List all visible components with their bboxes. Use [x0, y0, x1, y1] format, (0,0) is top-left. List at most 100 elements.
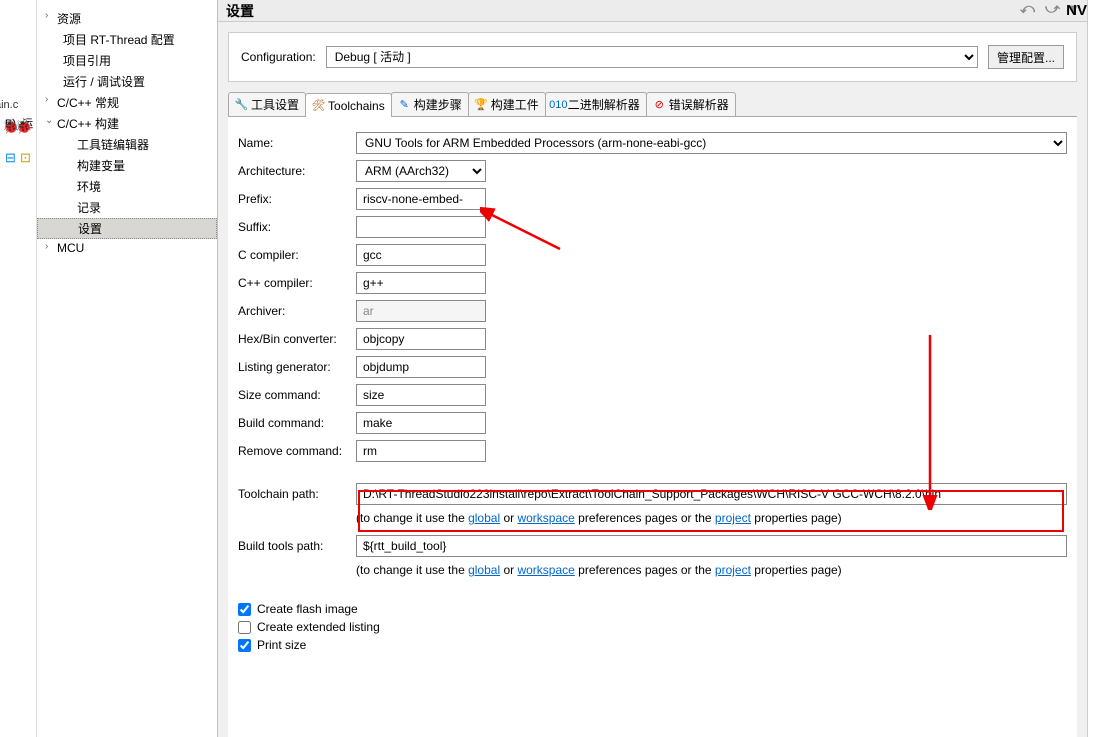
create-flash-checkbox-row: Create flash image — [238, 602, 1067, 616]
tab[interactable]: 🛠Toolchains — [305, 93, 392, 117]
tree-item[interactable]: › 资源 — [37, 8, 217, 29]
tab-icon: 🏆 — [475, 98, 488, 111]
tree-item[interactable]: ⌄C/C++ 构建 — [37, 113, 217, 134]
tab-label: 构建步骤 — [414, 96, 462, 113]
tree-item-label: 构建变量 — [77, 159, 125, 173]
tab[interactable]: 🏆构建工件 — [468, 92, 546, 116]
build-input[interactable] — [356, 412, 486, 434]
configuration-bar: Configuration: Debug [ 活动 ] 管理配置... — [228, 32, 1077, 82]
tree-item[interactable]: 环境 — [37, 176, 217, 197]
name-select[interactable]: GNU Tools for ARM Embedded Processors (a… — [356, 132, 1067, 154]
create-listing-label[interactable]: Create extended listing — [257, 620, 380, 634]
tree-item[interactable]: 工具链编辑器 — [37, 134, 217, 155]
tree-item[interactable]: › MCU — [37, 239, 217, 257]
create-flash-checkbox[interactable] — [238, 603, 251, 616]
toolchain-form: Name: GNU Tools for ARM Embedded Process… — [228, 117, 1077, 737]
tree-arrow-icon: › — [45, 94, 48, 105]
tab-icon: 010 — [552, 98, 565, 111]
tab-label: 工具设置 — [251, 96, 299, 113]
hexbin-input[interactable] — [356, 328, 486, 350]
tree-item-label: 资源 — [57, 12, 81, 26]
toolchainpath-label: Toolchain path: — [238, 487, 356, 501]
tree-item-label: 记录 — [77, 201, 101, 215]
tree-item-label: 项目 RT-Thread 配置 — [63, 33, 175, 47]
remove-label: Remove command: — [238, 444, 356, 458]
tree-item-label: 运行 / 调试设置 — [63, 75, 145, 89]
tab-strip: 🔧工具设置🛠Toolchains✎构建步骤🏆构建工件010二进制解析器⊘错误解析… — [228, 92, 1077, 117]
tree-item-label: 设置 — [78, 222, 102, 236]
tree-item[interactable]: 记录 — [37, 197, 217, 218]
tab[interactable]: 🔧工具设置 — [228, 92, 306, 116]
print-size-checkbox-row: Print size — [238, 638, 1067, 652]
tree-item-label: 环境 — [77, 180, 101, 194]
right-edge — [1087, 0, 1105, 737]
arch-label: Architecture: — [238, 164, 356, 178]
configuration-label: Configuration: — [241, 50, 316, 64]
tree-item[interactable]: 构建变量 — [37, 155, 217, 176]
tab-label: Toolchains — [328, 99, 385, 113]
suffix-input[interactable] — [356, 216, 486, 238]
toolchainpath-input[interactable] — [356, 483, 1067, 505]
print-size-label[interactable]: Print size — [257, 638, 306, 652]
expand-icon[interactable]: ⊟ — [5, 150, 16, 166]
listing-label: Listing generator: — [238, 360, 356, 374]
listing-input[interactable] — [356, 356, 486, 378]
tree-item-label: C/C++ 构建 — [57, 117, 119, 131]
cppcompiler-input[interactable] — [356, 272, 486, 294]
global-link-2[interactable]: global — [468, 563, 500, 577]
archiver-input — [356, 300, 486, 322]
tree-item[interactable]: 设置 — [37, 218, 217, 239]
configuration-select[interactable]: Debug [ 活动 ] — [326, 46, 978, 68]
global-link[interactable]: global — [468, 511, 500, 525]
tree-item[interactable]: 运行 / 调试设置 — [37, 71, 217, 92]
tree-item[interactable]: 项目引用 — [37, 50, 217, 71]
prefix-input[interactable] — [356, 188, 486, 210]
tree-item-label: 项目引用 — [63, 54, 111, 68]
project-link-2[interactable]: project — [715, 563, 751, 577]
prefix-label: Prefix: — [238, 192, 356, 206]
collapse-icon[interactable]: ⊡ — [20, 150, 31, 166]
buildtoolspath-input[interactable] — [356, 535, 1067, 557]
tab-icon: ✎ — [398, 98, 411, 111]
page-title: 设置 — [226, 1, 254, 21]
file-tab-fragment: ain.c — [0, 99, 18, 111]
project-link[interactable]: project — [715, 511, 751, 525]
workspace-link[interactable]: workspace — [517, 511, 574, 525]
ccompiler-input[interactable] — [356, 244, 486, 266]
tree-item-label: 工具链编辑器 — [77, 138, 149, 152]
content-header: 设置 ⤺ ⤻ ▾ — [218, 0, 1087, 22]
tab-label: 二进制解析器 — [568, 96, 640, 113]
tab[interactable]: ✎构建步骤 — [391, 92, 469, 116]
settings-tree: › 资源项目 RT-Thread 配置项目引用运行 / 调试设置 › C/C++ 常规… — [37, 0, 218, 737]
tab[interactable]: ⊘错误解析器 — [646, 92, 736, 116]
buildtoolspath-label: Build tools path: — [238, 539, 356, 553]
left-gutter: ain.c P) 运 🐞 🐞 ⊟ ⊡ — [0, 0, 37, 737]
cppcompiler-label: C++ compiler: — [238, 276, 356, 290]
size-input[interactable] — [356, 384, 486, 406]
ccompiler-label: C compiler: — [238, 248, 356, 262]
name-label: Name: — [238, 136, 356, 150]
tree-arrow-icon: › — [45, 10, 48, 21]
suffix-label: Suffix: — [238, 220, 356, 234]
arch-select[interactable]: ARM (AArch32) — [356, 160, 486, 182]
create-listing-checkbox[interactable] — [238, 621, 251, 634]
bug-icon-red[interactable]: 🐞 — [15, 118, 32, 135]
hexbin-label: Hex/Bin converter: — [238, 332, 356, 346]
tree-item-label: MCU — [57, 241, 84, 255]
create-flash-label[interactable]: Create flash image — [257, 602, 358, 616]
tree-item[interactable]: › C/C++ 常规 — [37, 92, 217, 113]
tree-arrow-icon: › — [45, 241, 48, 252]
workspace-link-2[interactable]: workspace — [517, 563, 574, 577]
remove-input[interactable] — [356, 440, 486, 462]
tree-item-label: C/C++ 常规 — [57, 96, 119, 110]
tree-item[interactable]: 项目 RT-Thread 配置 — [37, 29, 217, 50]
buildtoolspath-hint: (to change it use the global or workspac… — [356, 563, 1067, 577]
manage-config-button[interactable]: 管理配置... — [988, 45, 1064, 69]
tab[interactable]: 010二进制解析器 — [545, 92, 647, 116]
nv-fragment: NV — [1066, 2, 1087, 19]
build-label: Build command: — [238, 416, 356, 430]
print-size-checkbox[interactable] — [238, 639, 251, 652]
tab-label: 错误解析器 — [669, 96, 729, 113]
back-icon[interactable]: ⤺ — [1020, 0, 1035, 17]
forward-icon[interactable]: ⤻ — [1045, 0, 1060, 17]
